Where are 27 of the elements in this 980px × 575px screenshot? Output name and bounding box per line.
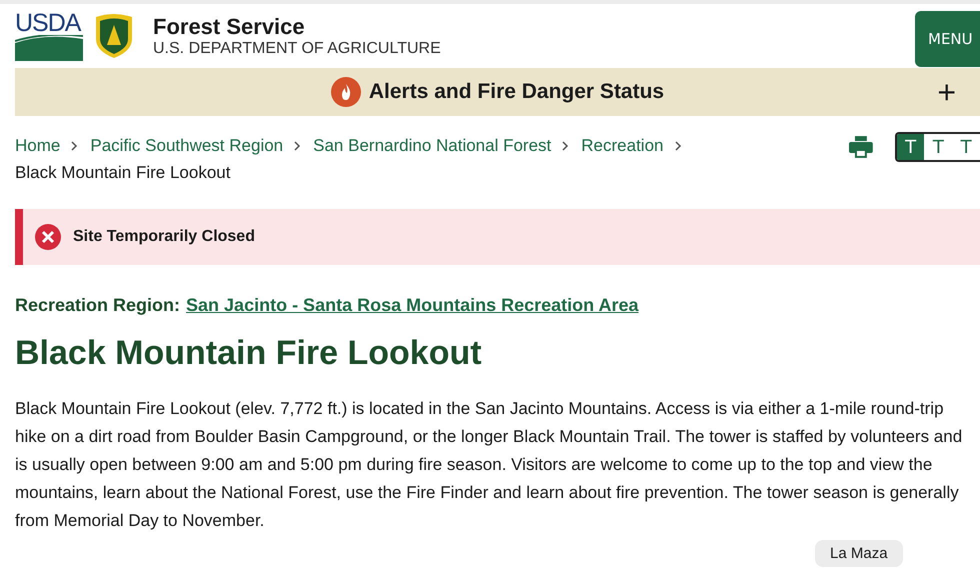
chevron-icon	[70, 140, 78, 152]
region-label: Recreation Region:	[15, 295, 180, 316]
breadcrumb-link[interactable]: San Bernardino National Forest	[313, 132, 552, 159]
fire-icon	[330, 77, 361, 107]
page-title: Black Mountain Fire Lookout	[15, 334, 483, 373]
breadcrumb-link[interactable]: Home	[15, 132, 60, 159]
site-subtitle: U.S. DEPARTMENT OF AGRICULTURE	[153, 40, 441, 58]
breadcrumb-current: Black Mountain Fire Lookout	[15, 162, 230, 184]
breadcrumb-link[interactable]: Recreation	[581, 132, 664, 159]
shield-logo-icon	[93, 13, 135, 59]
expand-toggle[interactable]: +	[937, 76, 956, 108]
text-size-button[interactable]: T	[896, 134, 924, 160]
region-link[interactable]: San Jacinto - Santa Rosa Mountains Recreation Area	[186, 295, 638, 316]
breadcrumb-link[interactable]: Pacific Southwest Region	[90, 132, 284, 159]
description-text: Black Mountain Fire Lookout (elev. 7,772 ft.) is located in the San Jacinto Mountains. Access is via either a 1-mile round-trip hike on a dirt road from Boulder Basin Campground, or the longer Black Mountain Trail. The tower is staffed by volunteers and is usually open between 9:00 am and 5:00 pm during fire season. Visitors are welcome to come up to the top and view the mountains, learn about the National Forest, use the Fire Finder and learn about fire prevention. The tower season is generally from Memorial Day to November.	[15, 398, 964, 532]
alerts-bar[interactable]: Alerts and Fire Danger Status +	[15, 68, 980, 116]
error-icon	[35, 224, 61, 250]
alerts-title: Alerts and Fire Danger Status	[368, 80, 664, 104]
notice-text: Site Temporarily Closed	[73, 228, 255, 246]
print-icon[interactable]	[848, 136, 873, 158]
site-title[interactable]: Forest Service	[153, 14, 441, 40]
chevron-icon	[674, 140, 682, 152]
chevron-icon	[293, 140, 302, 152]
usda-logo[interactable]: USDA	[15, 11, 83, 61]
menu-button[interactable]: MENU	[915, 11, 980, 67]
chevron-icon	[561, 140, 570, 152]
tooltip: La Maza	[815, 540, 903, 567]
